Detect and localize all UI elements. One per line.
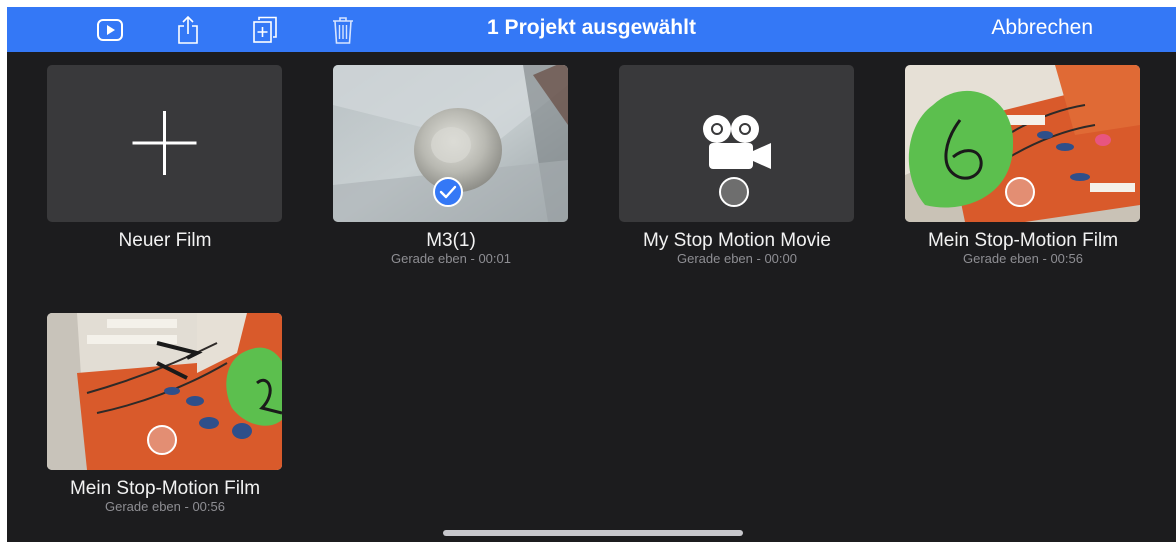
project-title: Mein Stop-Motion Film: [69, 478, 261, 499]
project-title: Neuer Film: [118, 230, 212, 251]
project-subtitle: Gerade eben - 00:56: [963, 251, 1083, 266]
imovie-projects-screen: 1 Projekt ausgewählt Abbrechen Neuer Fil…: [7, 7, 1176, 542]
project-subtitle: Gerade eben - 00:56: [105, 499, 225, 514]
share-icon[interactable]: [173, 15, 203, 45]
duplicate-icon[interactable]: [250, 15, 280, 45]
project-thumbnail[interactable]: [333, 65, 568, 222]
project-tile[interactable]: My Stop Motion Movie Gerade eben - 00:00: [619, 65, 854, 266]
plus-icon: [132, 111, 197, 175]
play-icon[interactable]: [95, 15, 125, 45]
select-circle-icon[interactable]: [1005, 177, 1035, 207]
project-title: Mein Stop-Motion Film: [927, 230, 1119, 251]
selected-check-icon[interactable]: [433, 177, 463, 207]
project-thumbnail[interactable]: [47, 313, 282, 470]
project-thumbnail[interactable]: [619, 65, 854, 222]
project-title: My Stop Motion Movie: [643, 230, 831, 251]
project-subtitle: Gerade eben - 00:00: [677, 251, 797, 266]
new-film-tile[interactable]: Neuer Film: [47, 65, 282, 252]
trash-icon[interactable]: [328, 15, 358, 45]
selection-toolbar: 1 Projekt ausgewählt Abbrechen: [7, 7, 1176, 52]
home-indicator[interactable]: [443, 530, 743, 536]
project-subtitle: Gerade eben - 00:01: [391, 251, 511, 266]
project-tile[interactable]: M3(1) Gerade eben - 00:01: [333, 65, 568, 266]
project-title: M3(1): [426, 230, 476, 251]
select-circle-icon[interactable]: [719, 177, 749, 207]
project-tile[interactable]: Mein Stop-Motion Film Gerade eben - 00:5…: [905, 65, 1140, 266]
select-circle-icon[interactable]: [147, 425, 177, 455]
project-thumbnail[interactable]: [905, 65, 1140, 222]
project-tile[interactable]: Mein Stop-Motion Film Gerade eben - 00:5…: [47, 313, 282, 514]
new-film-thumbnail[interactable]: [47, 65, 282, 222]
cancel-button[interactable]: Abbrechen: [991, 16, 1093, 40]
